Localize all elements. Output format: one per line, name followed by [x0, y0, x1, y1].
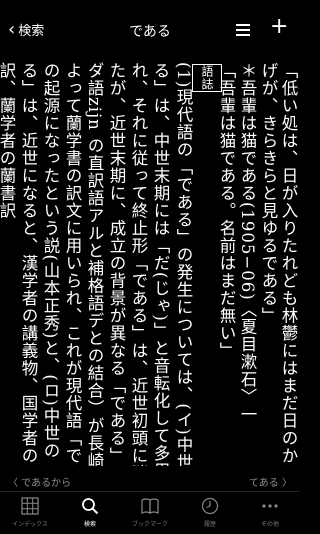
- previous-entry-link[interactable]: 〈 であるから: [8, 474, 71, 489]
- plus-icon[interactable]: +: [270, 16, 288, 38]
- entry-pager: 〈 であるから てある 〉: [0, 472, 300, 490]
- dictionary-entry-body: 「低い処は、日が入りたれども林鬱にはまだ日のかか げが、きらきらと見ゆるである」…: [0, 62, 300, 466]
- tab-history[interactable]: 履歴: [180, 492, 240, 534]
- search-icon: [82, 498, 99, 515]
- list-icon[interactable]: [236, 24, 250, 36]
- text-column: (1)現代語の「である」の発生については、(イ)中世の「であ: [174, 62, 193, 466]
- clock-icon: [201, 497, 219, 515]
- tab-label: 履歴: [203, 521, 216, 528]
- grid-icon: [21, 497, 39, 515]
- tab-index[interactable]: インデックス: [0, 492, 60, 534]
- tab-search[interactable]: 検索: [60, 492, 120, 534]
- tab-more[interactable]: その他: [240, 492, 300, 534]
- tab-bar: インデックス 検索 ブックマーク 履歴 その他: [0, 491, 300, 534]
- section-badge: 語誌: [192, 64, 222, 92]
- next-entry-link[interactable]: てある 〉: [249, 474, 292, 489]
- more-icon: [262, 504, 278, 508]
- tab-label: ブックマーク: [131, 521, 168, 528]
- section-badge-column: 語誌: [192, 64, 222, 466]
- tab-label: 検索: [83, 521, 96, 528]
- navigation-bar: ‹ 検索 である +: [0, 0, 300, 58]
- tab-label: その他: [260, 521, 279, 528]
- text-column: 訳、蘭学者の蘭書訳: [0, 62, 16, 220]
- page-title: である: [129, 24, 171, 40]
- tab-label: インデックス: [12, 521, 48, 528]
- tab-bookmarks[interactable]: ブックマーク: [120, 492, 180, 534]
- book-icon: [141, 498, 159, 514]
